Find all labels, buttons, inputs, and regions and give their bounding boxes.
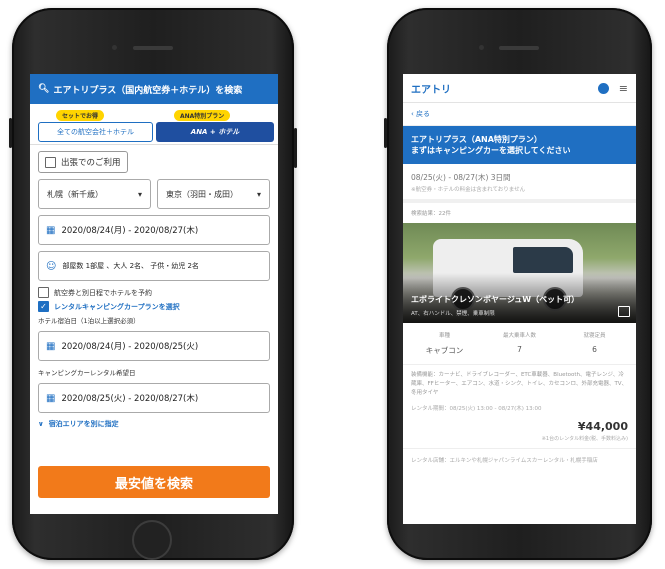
spec-value: 7	[517, 345, 522, 354]
menu-icon[interactable]: ≡	[619, 82, 628, 95]
app-header: エアトリ ≡	[403, 74, 636, 103]
home-button[interactable]	[132, 520, 172, 560]
search-icon: 🔍︎	[38, 84, 50, 94]
calendar-icon: ▦	[46, 340, 56, 352]
area-toggle-label: 宿泊エリアを別に指定	[48, 420, 119, 428]
equipment-list: 装備機能：カーナビ、ドライブレコーダー、ETC車載器、Bluetooth、電子レ…	[411, 372, 628, 396]
left-screen: 🔍︎ エアトリプラス（国内航空券＋ホテル）を検索 セットでお得 ANA特別プラン…	[30, 74, 278, 514]
guests-field[interactable]: ☺ 部屋数 1部屋 、大人 2名、 子供・幼児 2名	[38, 251, 270, 281]
hotel-date-label: ホテル宿泊日（1泊以上選択必須）	[38, 317, 140, 325]
volume-button	[384, 118, 387, 148]
spec-header: 車種	[438, 333, 450, 339]
rental-dates: 08/25(火) - 08/27(木) 3日間	[411, 173, 511, 182]
people-icon: ☺	[46, 260, 57, 272]
search-header-title: エアトリプラス（国内航空券＋ホテル）を検索	[53, 85, 243, 96]
area-toggle[interactable]: ∨ 宿泊エリアを別に指定	[38, 419, 270, 429]
calendar-icon: ▦	[46, 392, 56, 404]
front-camera	[112, 45, 117, 50]
right-phone-frame: エアトリ ≡ ‹ 戻る エアトリプラス（ANA特別プラン） まずはキャンピングカ…	[384, 8, 652, 560]
camper-plan-option[interactable]: ✓ レンタルキャンピングカープランを選択	[38, 301, 270, 312]
spec-value: 6	[592, 345, 597, 354]
result-count: 検索結果：22件	[411, 211, 451, 217]
tab-ana-hotel[interactable]: ANA + ホテル	[156, 122, 274, 142]
search-lowest-price-button[interactable]: 最安値を検索	[38, 466, 270, 498]
banner-title: エアトリプラス（ANA特別プラン）	[411, 135, 542, 144]
flight-date-field[interactable]: ▦ 2020/08/24(月) - 2020/08/27(木)	[38, 215, 270, 245]
front-camera	[479, 45, 484, 50]
checkbox-icon	[45, 156, 56, 168]
speaker	[499, 46, 539, 50]
business-trip-label: 出張でのご利用	[61, 158, 121, 168]
spec-header: 就寝定員	[583, 333, 606, 339]
hotel-date-field[interactable]: ▦ 2020/08/24(月) - 2020/08/25(火)	[38, 331, 270, 361]
guests-value: 部屋数 1部屋 、大人 2名、 子供・幼児 2名	[62, 262, 199, 270]
right-screen: エアトリ ≡ ‹ 戻る エアトリプラス（ANA特別プラン） まずはキャンピングカ…	[403, 74, 636, 524]
origin-select[interactable]: 札幌（新千歳） ▾	[38, 179, 151, 209]
spec-capacity: 最大乗車人数 7	[482, 331, 557, 356]
search-header: 🔍︎ エアトリプラス（国内航空券＋ホテル）を検索	[30, 74, 278, 104]
plan-tabs: セットでお得 ANA特別プラン 全ての航空会社＋ホテル ANA + ホテル	[30, 104, 278, 145]
chevron-down-icon: ▾	[137, 189, 142, 199]
camper-photo[interactable]: エボライトクレソンボヤージュW（ペット可） AT、右ハンドル、禁煙、乗車制限	[403, 223, 636, 323]
plan-banner: エアトリプラス（ANA特別プラン） まずはキャンピングカーを選択してください	[403, 126, 636, 164]
banner-instruction: まずはキャンピングカーを選択してください	[411, 146, 571, 155]
spec-type: 車種 キャブコン	[407, 331, 482, 356]
left-phone-frame: 🔍︎ エアトリプラス（国内航空券＋ホテル）を検索 セットでお得 ANA特別プラン…	[9, 8, 297, 560]
car-name: エボライトクレソンボヤージュW（ペット可）	[411, 295, 580, 304]
camper-date-label: キャンピングカーレンタル希望日	[38, 369, 136, 377]
diff-hotel-dates-option[interactable]: 航空券と別日程でホテルを予約	[38, 287, 270, 298]
speaker	[133, 46, 173, 50]
rental-period: レンタル期間：08/25(火) 13:00 - 08/27(木) 13:00	[411, 406, 542, 412]
rental-shop: レンタル店舗：エルキンや札幌ジャパンライムスカーレンタル・札幌手稲店	[411, 458, 598, 464]
price-note: ※航空券・ホテルの料金は含まれておりません	[403, 185, 636, 203]
flight-date-value: 2020/08/24(月) - 2020/08/27(木)	[61, 226, 199, 236]
hotel-date-value: 2020/08/24(月) - 2020/08/25(火)	[61, 342, 199, 352]
back-label: 戻る	[416, 110, 431, 118]
power-button	[294, 128, 297, 168]
volume-button	[9, 118, 12, 148]
camper-plan-label: レンタルキャンピングカープランを選択	[54, 302, 180, 311]
gallery-icon[interactable]	[618, 306, 630, 317]
spec-value: キャブコン	[425, 346, 464, 355]
rental-price: ¥44,000	[577, 420, 628, 433]
spec-table: 車種 キャブコン 最大乗車人数 7 就寝定員 6	[403, 323, 636, 365]
spec-header: 最大乗車人数	[502, 333, 536, 339]
brand-logo[interactable]: エアトリ	[411, 81, 451, 96]
set-deal-badge: セットでお得	[56, 110, 105, 121]
checkmark-icon: ✓	[38, 301, 49, 312]
destination-value: 東京（羽田・成田）	[166, 189, 238, 199]
tab-all-airlines[interactable]: 全ての航空会社＋ホテル	[38, 122, 153, 142]
car-tags: AT、右ハンドル、禁煙、乗車制限	[411, 311, 495, 317]
checkbox-icon	[38, 287, 49, 298]
calendar-icon: ▦	[46, 224, 56, 236]
camper-date-field[interactable]: ▦ 2020/08/25(火) - 2020/08/27(木)	[38, 383, 270, 413]
ana-plan-badge: ANA特別プラン	[174, 110, 231, 121]
spec-sleeping: 就寝定員 6	[557, 331, 632, 356]
chevron-down-icon: ∨	[38, 420, 44, 428]
chevron-down-icon: ▾	[256, 189, 261, 199]
tax-note: ※1台のレンタル料金(税、手数料込み)	[403, 433, 636, 449]
business-trip-checkbox[interactable]: 出張でのご利用	[38, 151, 128, 173]
account-icon[interactable]	[597, 82, 609, 94]
diff-hotel-dates-label: 航空券と別日程でホテルを予約	[54, 288, 152, 297]
camper-date-value: 2020/08/25(火) - 2020/08/27(木)	[61, 394, 199, 404]
destination-select[interactable]: 東京（羽田・成田） ▾	[157, 179, 270, 209]
origin-value: 札幌（新千歳）	[47, 189, 103, 199]
camper-window	[513, 247, 573, 273]
back-link[interactable]: ‹ 戻る	[403, 103, 636, 126]
